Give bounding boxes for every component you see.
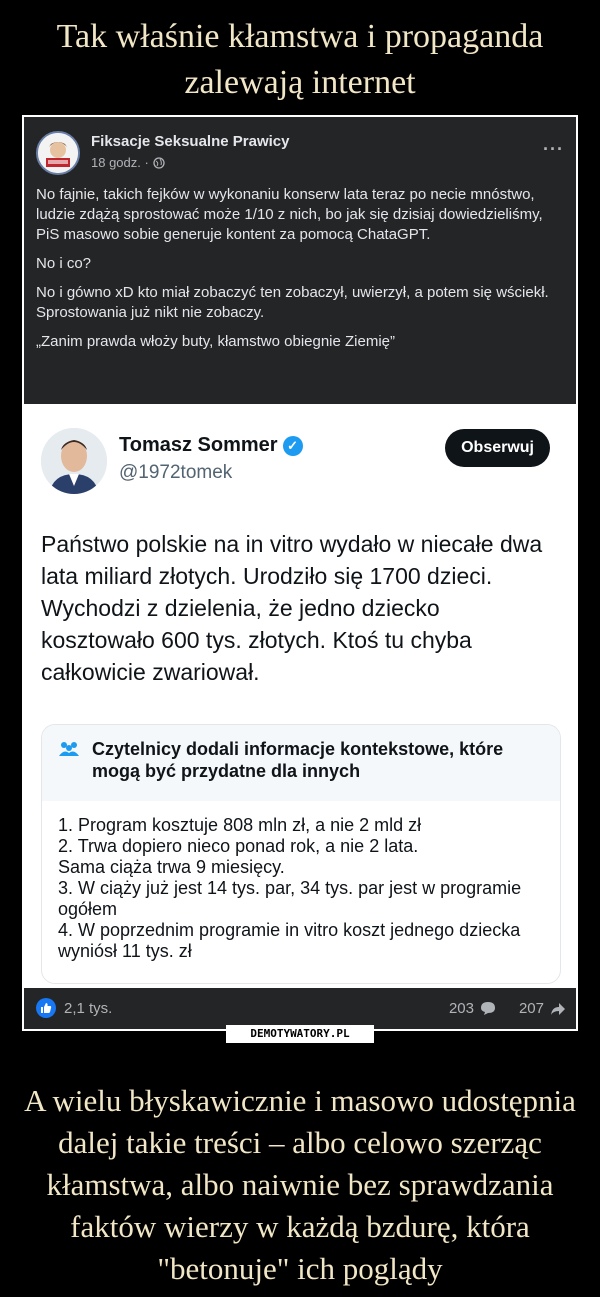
- shares-count[interactable]: 207: [519, 1000, 566, 1017]
- people-icon: [59, 742, 79, 756]
- facebook-post: Fiksacje Seksualne Prawicy 18 godz. · ··…: [24, 117, 576, 404]
- likes-count[interactable]: 2,1 tys.: [64, 1000, 112, 1017]
- page-avatar[interactable]: [36, 131, 80, 175]
- post-paragraph: No fajnie, takich fejków w wykonaniu kon…: [36, 186, 543, 243]
- tweet-text: Państwo polskie na in vitro wydało w nie…: [41, 531, 543, 685]
- note-line: 2. Trwa dopiero nieco ponad rok, a nie 2…: [58, 836, 419, 877]
- community-note-header: Czytelnicy dodali informacje kontekstowe…: [42, 725, 560, 801]
- more-options-icon[interactable]: ···: [543, 139, 564, 160]
- meme-title: Tak właśnie kłamstwa i propaganda zalewa…: [56, 18, 544, 101]
- site-watermark: DEMOTYWATORY.PL: [226, 1025, 374, 1043]
- embedded-tweet: Tomasz Sommer ✓ @1972tomek Obserwuj Pańs…: [24, 404, 576, 988]
- globe-icon: [153, 156, 165, 169]
- post-time[interactable]: 18 godz. ·: [91, 155, 149, 170]
- shares-count-label: 207: [518, 1000, 544, 1017]
- post-paragraph: No i co?: [36, 255, 92, 272]
- tweet-handle[interactable]: @1972tomek: [119, 462, 232, 484]
- profile-photo-icon: [41, 428, 107, 494]
- tweet-author[interactable]: Tomasz Sommer ✓: [119, 434, 303, 457]
- note-line: 1. Program kosztuje 808 mln zł, a nie 2 …: [58, 815, 422, 835]
- comments-count-label: 203: [448, 1000, 474, 1017]
- post-paragraph: „Zanim prawda włoży buty, kłamstwo obieg…: [36, 333, 396, 350]
- community-note-title: Czytelnicy dodali informacje kontekstowe…: [92, 739, 504, 781]
- tweet-avatar[interactable]: [41, 428, 107, 494]
- comments-count[interactable]: 203: [449, 1000, 496, 1017]
- follow-button[interactable]: Obserwuj: [445, 429, 550, 467]
- note-line: 4. W poprzednim programie in vitro koszt…: [58, 920, 521, 961]
- comment-icon: [481, 1002, 495, 1015]
- community-note-body: 1. Program kosztuje 808 mln zł, a nie 2 …: [42, 801, 560, 962]
- community-note: Czytelnicy dodali informacje kontekstowe…: [41, 724, 561, 984]
- meme-caption: A wielu błyskawicznie i masowo udostępni…: [24, 1083, 576, 1286]
- post-text: No fajnie, takich fejków w wykonaniu kon…: [36, 185, 566, 361]
- note-line: 3. W ciąży już jest 14 tys. par, 34 tys.…: [58, 878, 522, 919]
- page-logo-icon: [38, 133, 78, 173]
- tweet-author-name: Tomasz Sommer: [119, 434, 278, 456]
- screenshot-frame: Fiksacje Seksualne Prawicy 18 godz. · ··…: [22, 115, 578, 1031]
- post-meta: 18 godz. ·: [91, 155, 165, 170]
- reactions-bar: 2,1 tys. 203 207: [24, 988, 576, 1029]
- share-icon: [551, 1002, 565, 1015]
- thumbs-up-icon: [41, 1003, 52, 1013]
- post-author[interactable]: Fiksacje Seksualne Prawicy: [91, 133, 289, 150]
- like-icon[interactable]: [36, 998, 56, 1018]
- verified-badge-icon: ✓: [282, 435, 303, 456]
- post-paragraph: No i gówno xD kto miał zobaczyć ten zoba…: [36, 284, 549, 321]
